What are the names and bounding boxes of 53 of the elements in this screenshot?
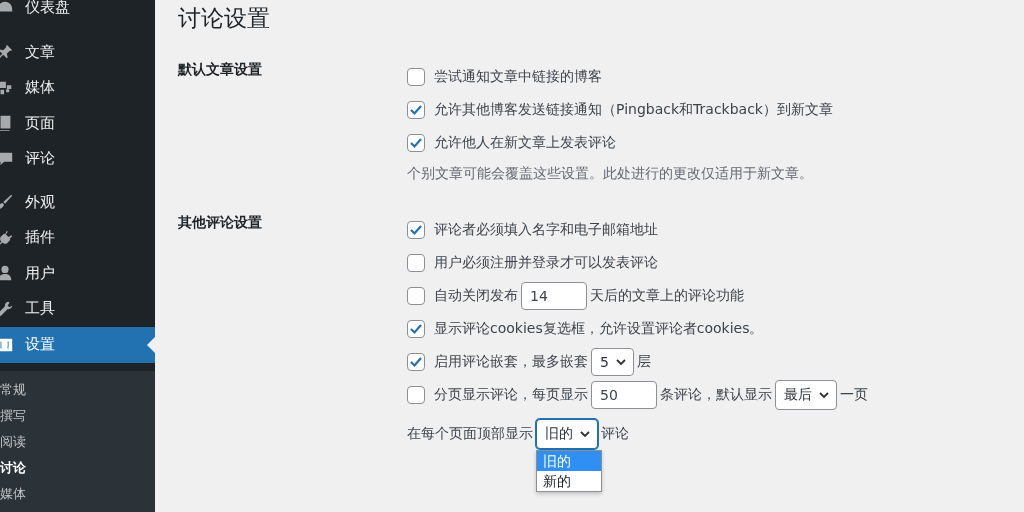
wrench-icon <box>0 299 14 318</box>
description-text: 个别文章可能会覆盖这些设置。此处进行的更改仅适用于新文章。 <box>407 165 814 183</box>
sidebar-item[interactable]: 工具 <box>0 291 155 327</box>
option-label: 允许其他博客发送链接通知（Pingback和Trackback）到新文章 <box>434 100 833 119</box>
sidebar-item[interactable]: 外观 <box>0 184 155 220</box>
sidebar-item[interactable]: 仪表盘 <box>0 0 155 26</box>
checkbox[interactable] <box>407 67 425 86</box>
sidebar-item[interactable]: 设置 <box>0 326 155 363</box>
checkbox[interactable] <box>407 220 425 239</box>
sidebar-item[interactable]: 页面 <box>0 105 155 141</box>
option-label: 层 <box>636 352 651 371</box>
dropdown-option[interactable]: 新的 <box>537 470 601 491</box>
option-label: 显示评论cookies复选框，允许设置评论者cookies。 <box>434 319 764 338</box>
option-label: 用户必须注册并登录才可以发表评论 <box>434 253 658 272</box>
current-page-pointer <box>147 336 155 353</box>
option-label: 启用评论嵌套，最多嵌套 <box>434 352 588 371</box>
section-label: 默认文章设置 <box>178 60 263 79</box>
number-field[interactable]: 14 <box>521 281 587 310</box>
option-label: 一页 <box>840 385 868 404</box>
page-title: 讨论设置 <box>178 4 271 33</box>
submenu-item[interactable]: 讨论 <box>0 454 155 481</box>
checkbox[interactable] <box>407 352 425 371</box>
checkbox[interactable] <box>407 100 425 119</box>
option-label: 天后的文章上的评论功能 <box>590 286 744 305</box>
option-label: 尝试通知文章中链接的博客 <box>434 67 602 86</box>
option-label: 允许他人在新文章上发表评论 <box>434 133 616 152</box>
option-label: 评论 <box>601 424 629 443</box>
option-label: 评论者必须填入名字和电子邮箱地址 <box>434 220 658 239</box>
checkbox[interactable] <box>407 253 425 272</box>
dropdown[interactable]: 最后 <box>775 379 837 410</box>
option-label: 分页显示评论，每页显示 <box>434 385 588 404</box>
sidebar-item[interactable]: 评论 <box>0 141 155 177</box>
submenu-item[interactable]: 阅读 <box>0 428 155 455</box>
sidebar-item[interactable]: 插件 <box>0 220 155 256</box>
submenu-item[interactable]: 撰写 <box>0 402 155 429</box>
sidebar-item[interactable]: 用户 <box>0 255 155 291</box>
option-label: 条评论，默认显示 <box>660 385 772 404</box>
user-icon <box>0 264 14 283</box>
dropdown[interactable]: 5 <box>591 347 634 376</box>
plug-icon <box>0 228 14 247</box>
dropdown[interactable]: 旧的 <box>536 418 598 449</box>
checkbox[interactable] <box>407 133 425 152</box>
submenu-item[interactable]: 媒体 <box>0 480 155 507</box>
sidebar-item[interactable]: 媒体 <box>0 70 155 106</box>
checkbox[interactable] <box>407 385 425 404</box>
option-label: 在每个页面顶部显示 <box>407 424 533 443</box>
checkbox[interactable] <box>407 286 425 305</box>
checkbox[interactable] <box>407 319 425 338</box>
sidebar-item[interactable]: 文章 <box>0 34 155 70</box>
submenu-item[interactable]: 常规 <box>0 376 155 403</box>
option-label: 自动关闭发布 <box>434 286 518 305</box>
section-label: 其他评论设置 <box>178 213 263 232</box>
number-field[interactable]: 50 <box>591 380 657 409</box>
